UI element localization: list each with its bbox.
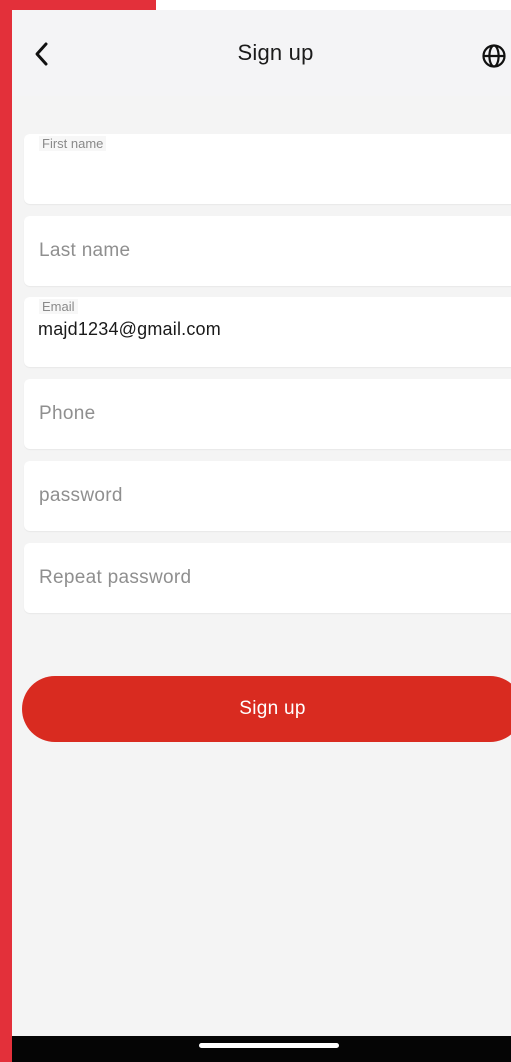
- app-screen: Sign up First name Last name Email majd1…: [12, 10, 511, 1062]
- globe-icon: [482, 44, 506, 68]
- first-name-field[interactable]: First name: [24, 134, 511, 204]
- system-nav-bar: [12, 1036, 511, 1062]
- repeat-password-field[interactable]: Repeat password: [24, 543, 511, 613]
- screenshot-frame: Sign up First name Last name Email majd1…: [0, 0, 511, 1062]
- language-button[interactable]: [478, 40, 510, 72]
- email-value: majd1234@gmail.com: [38, 319, 221, 339]
- first-name-label: First name: [39, 136, 107, 151]
- repeat-password-placeholder: Repeat password: [39, 567, 192, 588]
- home-indicator[interactable]: [199, 1043, 339, 1048]
- email-label: Email: [39, 299, 78, 314]
- page-title: Sign up: [237, 40, 314, 65]
- last-name-placeholder: Last name: [39, 240, 131, 261]
- last-name-field[interactable]: Last name: [24, 216, 511, 286]
- top-app-bar: Sign up: [12, 10, 511, 96]
- email-field[interactable]: Email majd1234@gmail.com: [24, 297, 511, 367]
- red-border-top: [0, 0, 156, 10]
- red-border-left: [0, 0, 12, 1062]
- phone-placeholder: Phone: [39, 403, 96, 424]
- password-field[interactable]: password: [24, 461, 511, 531]
- password-placeholder: password: [39, 485, 123, 506]
- phone-field[interactable]: Phone: [24, 379, 511, 449]
- sign-up-button[interactable]: Sign up: [22, 676, 511, 742]
